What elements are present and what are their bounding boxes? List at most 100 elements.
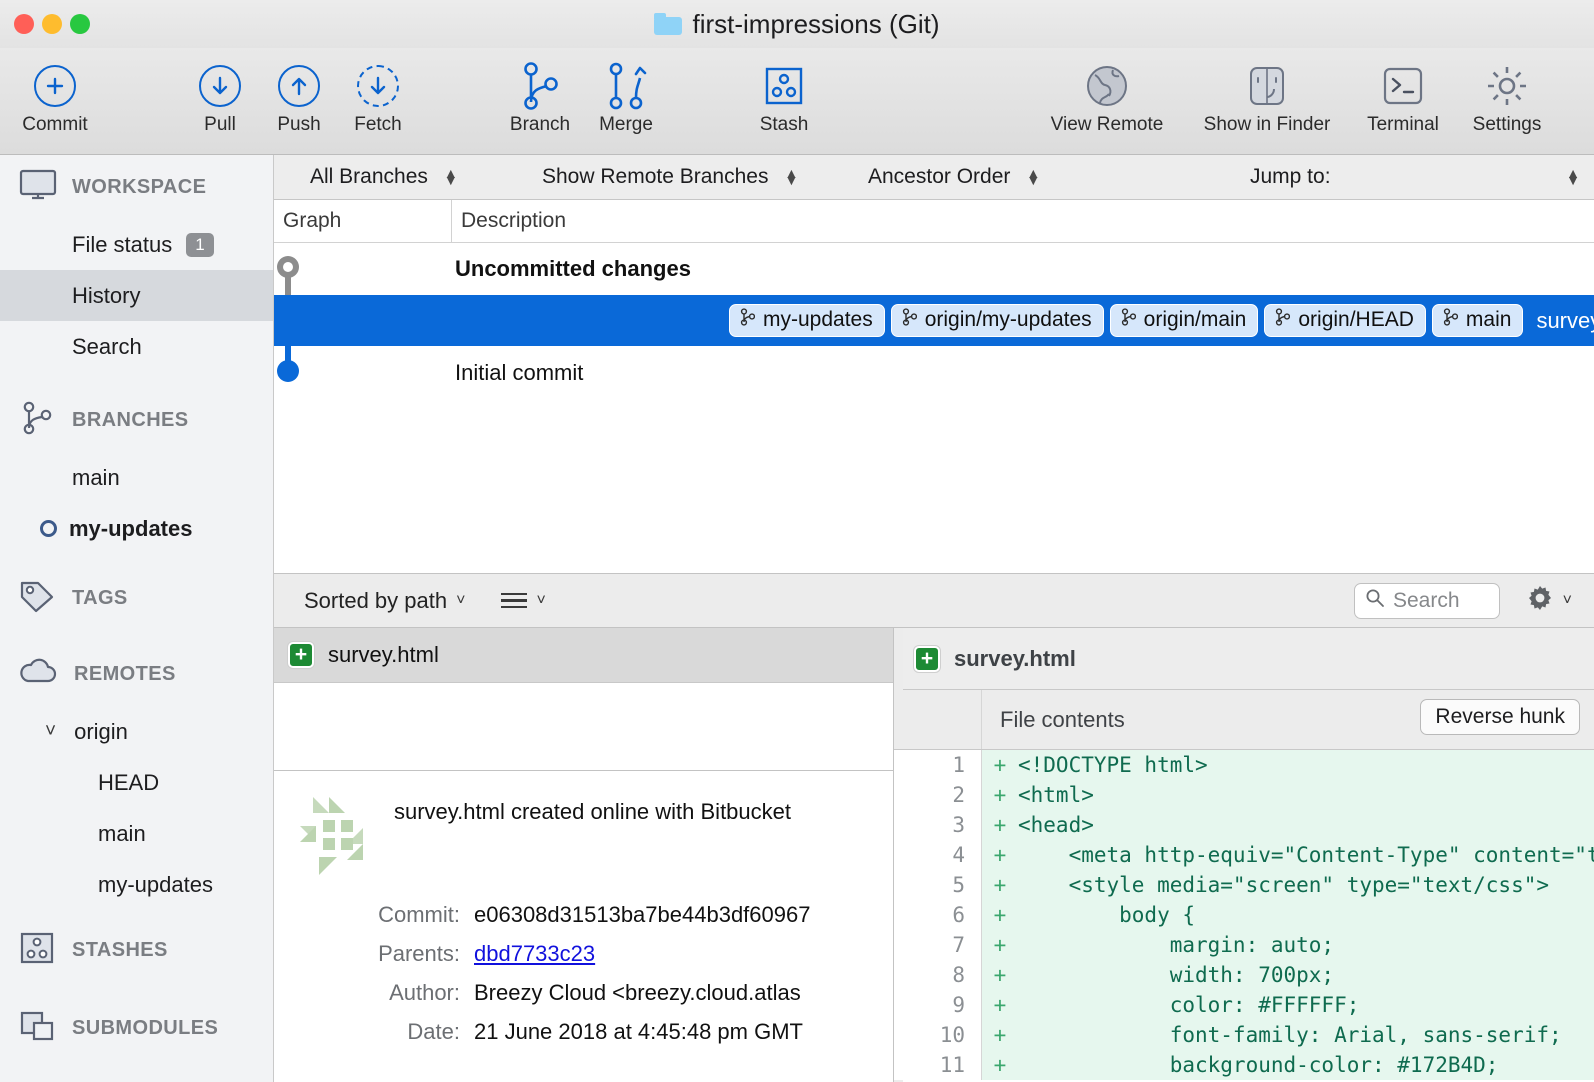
- diff-line[interactable]: 2+<html>: [894, 780, 1594, 810]
- view-mode-dropdown[interactable]: ˅: [501, 592, 545, 610]
- sidebar-item-label: main: [98, 821, 146, 847]
- diff-line[interactable]: 4+ <meta http-equiv="Content-Type" conte…: [894, 840, 1594, 870]
- stash-icon: [763, 58, 805, 114]
- branch-filter-dropdown[interactable]: All Branches ▲▼: [310, 165, 458, 189]
- sidebar-section-workspace[interactable]: WORKSPACE: [0, 155, 273, 219]
- diff-line[interactable]: 11+ background-color: #172B4D;: [894, 1050, 1594, 1080]
- ref-tag-origin-head[interactable]: origin/HEAD: [1264, 304, 1426, 337]
- column-header-description[interactable]: Description: [452, 209, 566, 233]
- sort-dropdown[interactable]: Sorted by path ˅: [304, 588, 465, 614]
- line-sign: +: [982, 783, 1018, 807]
- toolbar-button-merge[interactable]: Merge: [581, 58, 671, 136]
- line-code: body {: [1018, 903, 1195, 927]
- parent-hash-link[interactable]: dbd7733c23: [474, 941, 595, 966]
- reverse-hunk-button[interactable]: Reverse hunk: [1420, 699, 1580, 735]
- diff-line[interactable]: 1+<!DOCTYPE html>: [894, 750, 1594, 780]
- toolbar-button-push[interactable]: Push: [254, 58, 344, 136]
- ref-tag-label: main: [1466, 308, 1512, 332]
- sidebar-item-label: File status: [72, 232, 172, 258]
- line-number: 4: [894, 840, 982, 870]
- diff-line[interactable]: 5+ <style media="screen" type="text/css"…: [894, 870, 1594, 900]
- file-options-button[interactable]: ˅: [1525, 583, 1572, 618]
- commit-fields: Commit: e06308d31513ba7be44b3df60967 Par…: [274, 895, 893, 1051]
- diff-line[interactable]: 3+<head>: [894, 810, 1594, 840]
- stepper-icon: ▲▼: [1566, 170, 1580, 184]
- line-code: width: 700px;: [1018, 963, 1334, 987]
- diff-line[interactable]: 7+ margin: auto;: [894, 930, 1594, 960]
- line-code: color: #FFFFFF;: [1018, 993, 1359, 1017]
- sidebar-item-search[interactable]: Search: [0, 321, 273, 372]
- sidebar-section-remotes[interactable]: REMOTES: [0, 642, 273, 706]
- field-value: 21 June 2018 at 4:45:48 pm GMT: [474, 1019, 803, 1045]
- gear-icon: [1483, 58, 1531, 114]
- field-key: Author:: [274, 980, 474, 1006]
- field-value: Breezy Cloud <breezy.cloud.atlas: [474, 980, 801, 1006]
- minimize-button[interactable]: [42, 14, 62, 34]
- branch-glyph-icon: [1274, 308, 1290, 332]
- diff-file-name: survey.html: [954, 646, 1076, 672]
- sidebar-remote-main[interactable]: main: [0, 808, 273, 859]
- toolbar-button-stash[interactable]: Stash: [739, 58, 829, 136]
- added-plus-icon: +: [288, 642, 314, 668]
- diff-line[interactable]: 9+ color: #FFFFFF;: [894, 990, 1594, 1020]
- ref-tag-my-updates[interactable]: my-updates: [729, 304, 885, 337]
- sidebar-remote-my-updates[interactable]: my-updates: [0, 859, 273, 910]
- branch-glyph-icon: [901, 308, 917, 332]
- file-list-item-survey-html[interactable]: + survey.html: [274, 628, 893, 683]
- ref-tag-label: origin/HEAD: [1298, 308, 1414, 332]
- order-filter-dropdown[interactable]: Ancestor Order ▲▼: [868, 165, 1040, 189]
- sidebar-branch-my-updates[interactable]: my-updates: [0, 503, 273, 554]
- toolbar-label: Push: [277, 114, 320, 136]
- diff-line[interactable]: 6+ body {: [894, 900, 1594, 930]
- sidebar-branch-main[interactable]: main: [0, 452, 273, 503]
- stepper-icon: ▲▼: [444, 170, 458, 184]
- remote-filter-dropdown[interactable]: Show Remote Branches ▲▼: [542, 165, 798, 189]
- jump-to-stepper[interactable]: ▲▼: [1566, 170, 1580, 184]
- chevron-down-icon[interactable]: ˅: [45, 721, 56, 743]
- commit-row-survey-html[interactable]: my-updates origin/my-updates: [274, 295, 1594, 346]
- diff-line[interactable]: 10+ font-family: Arial, sans-serif;: [894, 1020, 1594, 1050]
- commit-row-initial[interactable]: Initial commit: [274, 347, 1594, 398]
- sidebar-remote-head[interactable]: HEAD: [0, 757, 273, 808]
- line-sign: +: [982, 873, 1018, 897]
- toolbar-button-commit[interactable]: Commit: [10, 58, 100, 136]
- diff-file-header[interactable]: + survey.html: [894, 628, 1594, 690]
- window-title-text: first-impressions (Git): [692, 9, 939, 40]
- history-column-headers: Graph Description: [274, 200, 1594, 243]
- commit-row-uncommitted[interactable]: Uncommitted changes: [274, 243, 1594, 294]
- sidebar-section-branches[interactable]: BRANCHES: [0, 388, 273, 452]
- search-input[interactable]: Search: [1354, 583, 1500, 619]
- toolbar-button-terminal[interactable]: Terminal: [1358, 58, 1448, 136]
- zoom-button[interactable]: [70, 14, 90, 34]
- ref-tag-origin-main[interactable]: origin/main: [1110, 304, 1259, 337]
- line-code: <meta http-equiv="Content-Type" content=…: [1018, 843, 1594, 867]
- sidebar-section-tags[interactable]: TAGS: [0, 566, 273, 630]
- line-code: <head>: [1018, 813, 1094, 837]
- sidebar-item-history[interactable]: History: [0, 270, 273, 321]
- line-code: font-family: Arial, sans-serif;: [1018, 1023, 1562, 1047]
- diff-line[interactable]: 8+ width: 700px;: [894, 960, 1594, 990]
- chevron-down-icon: ˅: [456, 592, 465, 610]
- sidebar-item-file-status[interactable]: File status 1: [0, 219, 273, 270]
- toolbar-button-settings[interactable]: Settings: [1462, 58, 1552, 136]
- main-toolbar: Commit Pull Push Fetch: [0, 48, 1594, 155]
- ref-tag-main[interactable]: main: [1432, 304, 1524, 337]
- stash-icon: [18, 931, 58, 970]
- toolbar-label: Pull: [204, 114, 236, 136]
- toolbar-button-show-in-finder[interactable]: Show in Finder: [1222, 58, 1312, 136]
- toolbar-button-pull[interactable]: Pull: [175, 58, 265, 136]
- line-number: 6: [894, 900, 982, 930]
- diff-hunk-label: File contents: [982, 707, 1125, 733]
- sidebar-remote-origin[interactable]: ˅ origin: [0, 706, 273, 757]
- ref-tag-origin-my-updates[interactable]: origin/my-updates: [891, 304, 1104, 337]
- close-button[interactable]: [14, 14, 34, 34]
- toolbar-button-branch[interactable]: Branch: [495, 58, 585, 136]
- tag-icon: [18, 579, 58, 618]
- sidebar-section-stashes[interactable]: STASHES: [0, 918, 273, 982]
- toolbar-button-view-remote[interactable]: View Remote: [1062, 58, 1152, 136]
- toolbar-button-fetch[interactable]: Fetch: [333, 58, 423, 136]
- sidebar-section-submodules[interactable]: SUBMODULES: [0, 996, 273, 1060]
- file-name: survey.html: [328, 642, 439, 668]
- column-header-graph[interactable]: Graph: [274, 200, 452, 242]
- file-status-badge: 1: [186, 233, 213, 257]
